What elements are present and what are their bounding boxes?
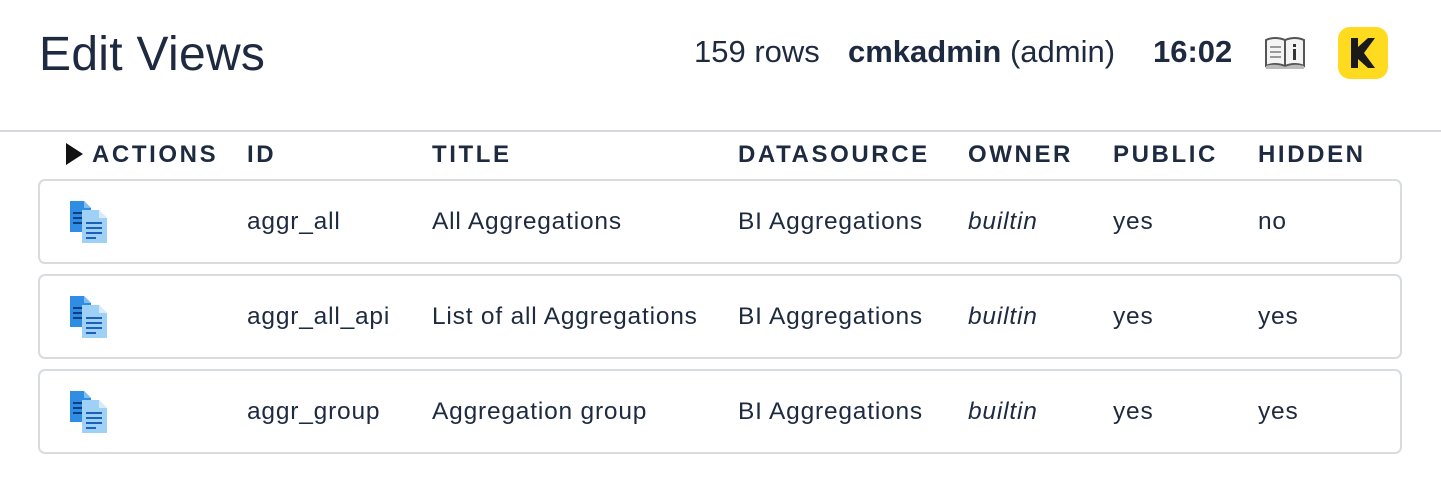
cell-id: aggr_all: [247, 208, 341, 235]
column-header-public[interactable]: PUBLIC: [1113, 141, 1218, 169]
cell-owner: builtin: [968, 398, 1038, 425]
column-header-id[interactable]: ID: [247, 141, 276, 169]
cell-owner: builtin: [968, 303, 1038, 330]
cell-hidden: yes: [1258, 398, 1299, 425]
cell-owner: builtin: [968, 208, 1038, 235]
column-header-actions[interactable]: ACTIONS: [66, 141, 218, 169]
user-role: (admin): [1009, 34, 1116, 69]
clone-icon[interactable]: [69, 295, 109, 339]
cell-datasource: BI Aggregations: [738, 398, 923, 425]
clone-icon[interactable]: [69, 200, 109, 244]
book-info-icon[interactable]: [1264, 36, 1306, 70]
table-row: aggr_all_api List of all Aggregations BI…: [38, 274, 1402, 359]
cell-title: Aggregation group: [432, 398, 648, 425]
cell-datasource: BI Aggregations: [738, 303, 923, 330]
clock: 16:02: [1153, 34, 1233, 69]
cell-public: yes: [1113, 208, 1154, 235]
user-info: cmkadmin (admin): [848, 34, 1115, 70]
caret-right-icon: [66, 143, 83, 165]
cell-public: yes: [1113, 398, 1154, 425]
cell-hidden: no: [1258, 208, 1287, 235]
checkmk-logo[interactable]: [1338, 27, 1388, 79]
cell-hidden: yes: [1258, 303, 1299, 330]
page-header: Edit Views 159 rows cmkadmin (admin) 16:…: [0, 0, 1441, 132]
cell-id: aggr_all_api: [247, 303, 391, 330]
cell-id: aggr_group: [247, 398, 381, 425]
column-header-title[interactable]: TITLE: [432, 141, 512, 169]
column-header-datasource[interactable]: DATASOURCE: [738, 141, 930, 169]
cell-title: List of all Aggregations: [432, 303, 698, 330]
page-title: Edit Views: [39, 28, 266, 81]
clone-icon[interactable]: [69, 390, 109, 434]
cell-title: All Aggregations: [432, 208, 622, 235]
cell-public: yes: [1113, 303, 1154, 330]
column-header-owner[interactable]: OWNER: [968, 141, 1073, 169]
column-header-hidden[interactable]: HIDDEN: [1258, 141, 1366, 169]
cell-datasource: BI Aggregations: [738, 208, 923, 235]
table-row: aggr_all All Aggregations BI Aggregation…: [38, 179, 1402, 264]
table-row: aggr_group Aggregation group BI Aggregat…: [38, 369, 1402, 454]
row-count: 159 rows: [694, 34, 820, 69]
user-name: cmkadmin: [848, 34, 1002, 69]
